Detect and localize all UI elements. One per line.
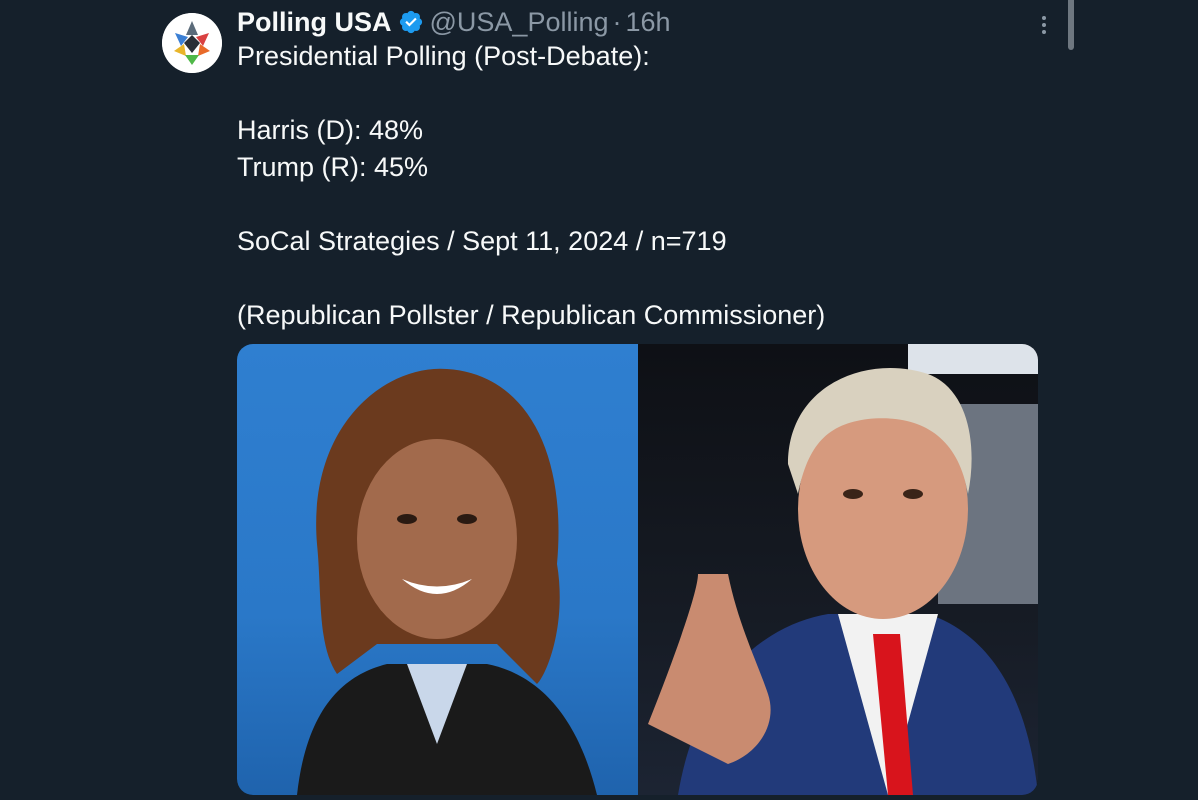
tweet-line: Trump (R): 45% xyxy=(237,152,429,182)
more-options-icon xyxy=(1042,16,1046,34)
tweet-line: SoCal Strategies / Sept 11, 2024 / n=719 xyxy=(237,226,727,256)
display-name[interactable]: Polling USA xyxy=(237,7,392,38)
tweet-line xyxy=(237,75,825,112)
more-options-button[interactable] xyxy=(1030,10,1058,40)
tweet-line xyxy=(237,186,825,223)
timestamp[interactable]: 16h xyxy=(626,7,671,38)
trump-photo[interactable] xyxy=(638,344,1038,795)
tweet-line: Presidential Polling (Post-Debate): xyxy=(237,41,650,71)
handle[interactable]: @USA_Polling xyxy=(430,7,609,38)
harris-photo[interactable] xyxy=(237,344,638,795)
separator-dot: · xyxy=(612,6,622,37)
tweet-line: Harris (D): 48% xyxy=(237,115,424,145)
avatar[interactable] xyxy=(162,13,222,73)
tweet-media[interactable] xyxy=(237,344,1038,795)
trump-portrait-icon xyxy=(648,344,1038,795)
polling-usa-logo-icon xyxy=(162,13,222,73)
tweet-line xyxy=(237,260,825,297)
tweet[interactable]: Polling USA @USA_Polling · 16h President… xyxy=(0,0,1198,800)
verified-badge-icon xyxy=(399,10,422,34)
harris-portrait-icon xyxy=(297,368,597,795)
tweet-line: (Republican Pollster / Republican Commis… xyxy=(237,300,826,330)
tweet-header: Polling USA @USA_Polling · 16h xyxy=(237,4,671,40)
tweet-text: Presidential Polling (Post-Debate): Harr… xyxy=(237,38,825,334)
scrollbar-thumb[interactable] xyxy=(1068,0,1074,50)
